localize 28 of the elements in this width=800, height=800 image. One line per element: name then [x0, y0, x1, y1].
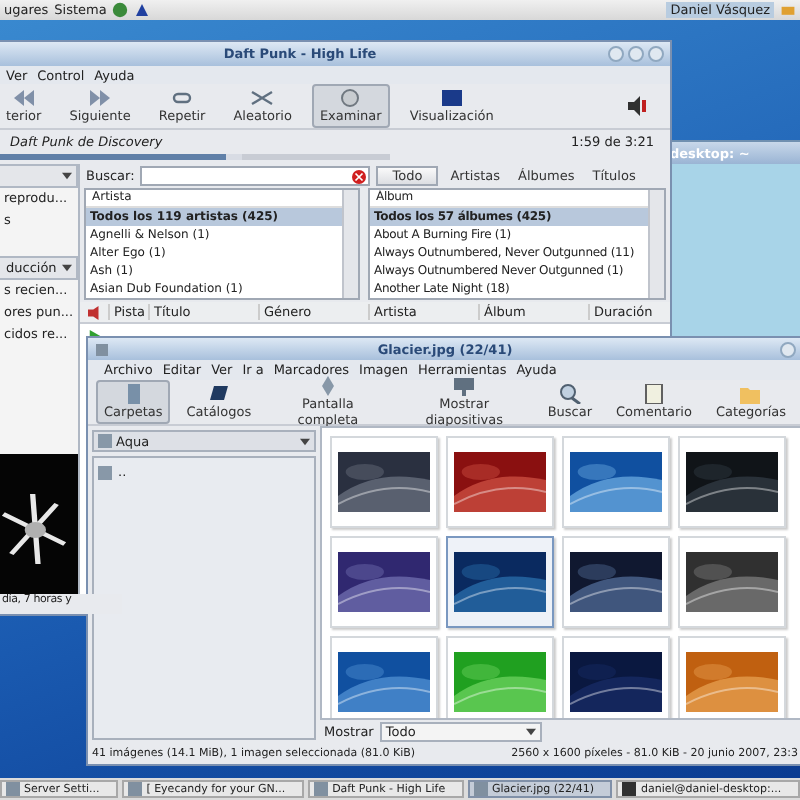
search-icon [557, 384, 582, 404]
caret-icon [525, 728, 536, 736]
caret-icon [62, 172, 72, 180]
window-icon [128, 782, 143, 796]
fast-forward-icon [88, 88, 113, 108]
cross-icon [250, 88, 275, 108]
loop-icon [170, 88, 195, 108]
seek-fill[interactable] [0, 154, 242, 160]
monitor-icon [452, 376, 477, 396]
rewind-icon [11, 88, 36, 108]
book-icon [206, 384, 231, 404]
scrollbar[interactable] [342, 190, 358, 298]
app-icon [94, 341, 110, 357]
globe-icon[interactable] [112, 2, 129, 18]
search-field[interactable] [140, 166, 371, 186]
caret-icon [300, 437, 310, 445]
thumbnail[interactable] [446, 536, 554, 628]
scrollbar[interactable] [648, 190, 664, 298]
speaker-icon[interactable] [626, 96, 646, 116]
window-icon [314, 782, 329, 796]
caret-icon [62, 264, 72, 272]
screen-icon [439, 88, 464, 108]
clear-icon[interactable] [352, 169, 367, 183]
window-icon [6, 782, 20, 796]
terminal-icon [622, 782, 637, 796]
speaker-icon [88, 305, 102, 319]
window-icon [474, 782, 489, 796]
disc-icon [338, 88, 363, 108]
